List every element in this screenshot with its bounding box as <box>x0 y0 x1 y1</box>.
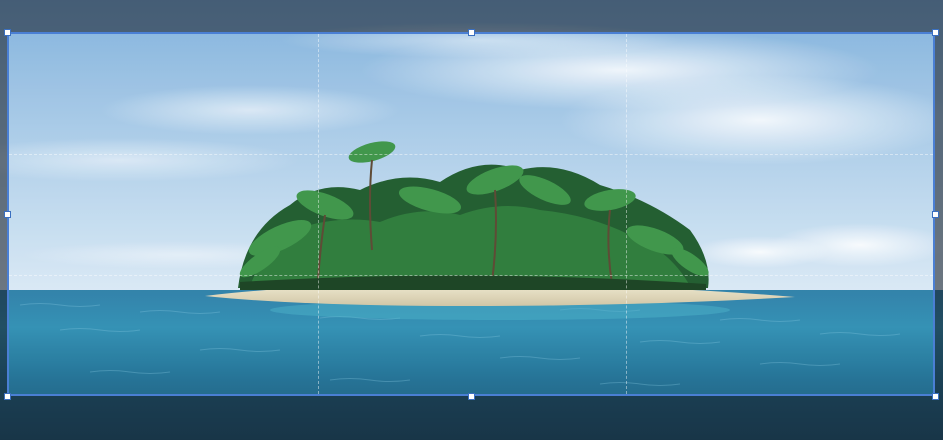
crop-guide-vertical-1 <box>318 34 319 394</box>
crop-handle-top-left[interactable] <box>4 29 11 36</box>
crop-mask-bottom <box>0 396 943 440</box>
crop-guide-horizontal-1 <box>9 154 933 155</box>
crop-guide-horizontal-2 <box>9 275 933 276</box>
crop-handle-top-center[interactable] <box>468 29 475 36</box>
crop-selection-box[interactable] <box>7 32 935 396</box>
crop-handle-bottom-left[interactable] <box>4 393 11 400</box>
crop-guide-vertical-2 <box>626 34 627 394</box>
crop-handle-bottom-right[interactable] <box>932 393 939 400</box>
photo-editor-canvas[interactable] <box>0 0 943 440</box>
crop-mask-top <box>0 0 943 32</box>
crop-handle-middle-right[interactable] <box>932 211 939 218</box>
crop-handle-top-right[interactable] <box>932 29 939 36</box>
crop-handle-bottom-center[interactable] <box>468 393 475 400</box>
crop-handle-middle-left[interactable] <box>4 211 11 218</box>
